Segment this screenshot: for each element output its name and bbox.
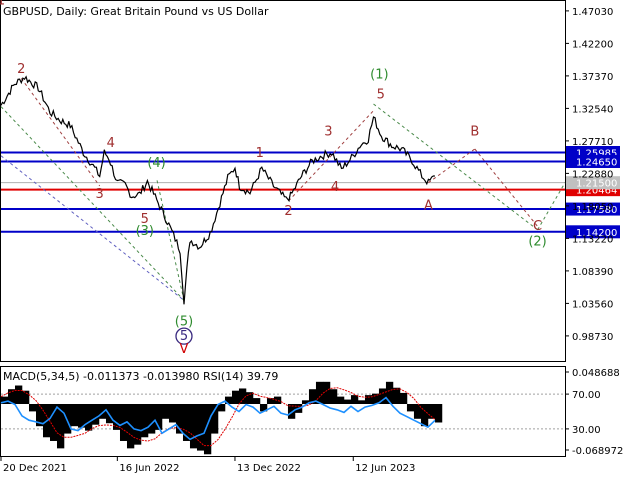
wave-label: 3 (324, 125, 332, 140)
price-panel-frame (0, 0, 566, 362)
time-tick-label: 20 Dec 2021 (3, 463, 67, 474)
wave-label: C (533, 219, 542, 234)
price-tick-label: 1.32540 (572, 104, 613, 115)
price-tick-label: 1.27710 (572, 137, 613, 148)
price-tick-label: 0.98730 (572, 332, 613, 343)
price-tick-label: 1.42200 (572, 39, 613, 50)
wave-label: A (424, 199, 433, 214)
macd-histogram-bar (343, 399, 352, 405)
macd-histogram-bar (140, 404, 149, 438)
macd-histogram-bar (336, 396, 345, 405)
macd-histogram-bar (168, 404, 177, 423)
indicator-title: MACD(5,34,5) -0.011373 -0.013980 RSI(14)… (3, 370, 278, 383)
price-tick-label: 1.13220 (572, 234, 613, 245)
macd-histogram-bar (385, 381, 394, 405)
time-axis: 20 Dec 2021 16 Jun 2022 13 Dec 2022 12 Jun … (0, 457, 415, 474)
macd-histogram-bar (21, 390, 30, 405)
macd-histogram-bar (273, 396, 282, 405)
wave-label: (3) (136, 224, 154, 239)
wave-label: 4 (331, 180, 339, 195)
price-tick-label: 1.37370 (572, 72, 613, 83)
indicator-tick-label: 0.048688 (572, 368, 620, 379)
macd-histogram-bar (147, 404, 156, 434)
macd-histogram-bar (392, 387, 401, 405)
macd-histogram-bar (434, 404, 443, 423)
macd-histogram-bar (91, 404, 100, 425)
time-tick-label: 13 Dec 2022 (237, 463, 301, 474)
macd-histogram-bar (357, 400, 366, 405)
macd-histogram-bar (406, 404, 415, 412)
macd-histogram-bar (210, 404, 219, 434)
wave-label: 2 (284, 204, 292, 219)
indicator-tick-label: 70.00 (572, 390, 601, 401)
indicator-tick-label: 30.00 (572, 425, 601, 436)
wave-label: (5) (175, 314, 193, 329)
wave-label: (2) (528, 234, 546, 249)
time-tick-label: 16 Jun 2022 (119, 463, 179, 474)
wave-label: (4) (147, 156, 165, 171)
wave-label: 3 (96, 187, 104, 202)
macd-histogram-bar (350, 395, 359, 405)
macd-histogram-bar (329, 389, 338, 405)
level-price-label: 1.24650 (576, 157, 617, 168)
macd-histogram-bar (77, 404, 86, 428)
macd-histogram-bar (252, 398, 261, 405)
macd-histogram-bar (399, 392, 408, 405)
macd-histogram-bar (245, 392, 254, 405)
wave-label: 1 (256, 146, 264, 161)
wave-label: 5 (377, 88, 385, 103)
wave-label: 4 (107, 136, 115, 151)
wave-label: (1) (370, 67, 388, 82)
macd-histogram-bar (196, 404, 205, 451)
macd-histogram-bar (84, 404, 93, 431)
macd-histogram-bar (189, 404, 198, 449)
macd-histogram-bar (14, 385, 23, 405)
price-tick-label: 1.08390 (572, 267, 613, 278)
wave-label: V (180, 342, 189, 357)
indicator-tick-label: -0.068972 (572, 446, 623, 457)
macd-histogram-bar (231, 390, 240, 405)
price-tick-label: 1.47030 (572, 7, 613, 18)
price-axis: 1.47030 1.42200 1.37370 1.32540 1.27710 1.228… (565, 7, 613, 343)
macd-histogram-bar (63, 404, 72, 434)
macd-histogram-bar (161, 404, 170, 419)
chart-title: GBPUSD, Daily: Great Britain Pound vs US… (3, 5, 269, 18)
macd-histogram-bar (217, 404, 226, 412)
chart-window: 1.25985 1.24650 1.20464 1.17580 1.14200 1.215… (0, 0, 640, 480)
time-tick-label: 12 Jun 2023 (355, 463, 415, 474)
macd-histogram-bar (420, 404, 429, 427)
price-tick-label: 1.18050 (572, 202, 613, 213)
wave-label: 2 (17, 62, 25, 77)
price-tick-label: 1.03560 (572, 299, 613, 310)
macd-histogram-bar (70, 404, 79, 427)
price-tick-label: 1.22880 (572, 169, 613, 180)
wave-label: B (470, 125, 479, 140)
macd-histogram-bar (28, 404, 37, 412)
chart-canvas: 1.259851.246501.204641.175801.142001.215… (0, 0, 623, 474)
macd-histogram-bar (315, 381, 324, 405)
